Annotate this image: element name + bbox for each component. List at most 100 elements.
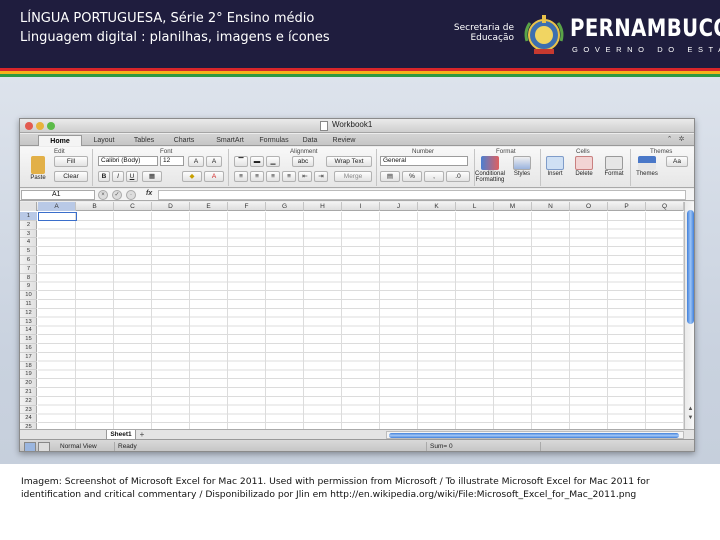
cell-area[interactable]: [38, 212, 684, 429]
vertical-scrollbar[interactable]: ▲ ▼: [684, 202, 694, 429]
increase-indent-button[interactable]: ⇥: [314, 171, 328, 182]
number-format-select[interactable]: General: [380, 156, 468, 166]
tab-tables[interactable]: Tables: [122, 135, 166, 146]
column-header[interactable]: K: [418, 202, 456, 211]
column-header[interactable]: C: [114, 202, 152, 211]
row-header[interactable]: 5: [20, 247, 37, 256]
justify-button[interactable]: ≡: [282, 171, 296, 182]
conditional-formatting-button[interactable]: Conditional Formatting: [474, 156, 506, 183]
cancel-entry-icon[interactable]: ×: [98, 190, 108, 200]
row-header[interactable]: 1: [20, 212, 37, 221]
clear-button[interactable]: Clear: [54, 171, 88, 182]
styles-button[interactable]: Styles: [508, 156, 536, 177]
column-header[interactable]: Q: [646, 202, 684, 211]
row-header[interactable]: 17: [20, 353, 37, 362]
close-window-icon[interactable]: [25, 122, 33, 130]
row-header[interactable]: 19: [20, 370, 37, 380]
row-header[interactable]: 4: [20, 238, 37, 248]
text-orientation-button[interactable]: abc: [292, 156, 314, 167]
align-center-button[interactable]: ≡: [250, 171, 264, 182]
comma-style-button[interactable]: ,: [424, 171, 444, 182]
column-header[interactable]: G: [266, 202, 304, 211]
row-header[interactable]: 2: [20, 221, 37, 230]
row-header[interactable]: 23: [20, 406, 37, 415]
row-header[interactable]: 18: [20, 362, 37, 371]
scroll-up-icon[interactable]: ▲: [686, 405, 694, 413]
delete-cells-button[interactable]: Delete: [570, 156, 598, 177]
window-titlebar[interactable]: Workbook1: [20, 119, 694, 133]
bold-button[interactable]: B: [98, 171, 110, 182]
column-header[interactable]: E: [190, 202, 228, 211]
italic-button[interactable]: I: [112, 171, 124, 182]
row-header[interactable]: 9: [20, 282, 37, 292]
name-box[interactable]: A1: [21, 190, 95, 200]
tab-layout[interactable]: Layout: [82, 135, 126, 146]
row-header[interactable]: 13: [20, 318, 37, 327]
underline-button[interactable]: U: [126, 171, 138, 182]
normal-view-icon[interactable]: [24, 442, 36, 451]
fill-button[interactable]: Fill: [54, 156, 88, 167]
row-header[interactable]: 6: [20, 256, 37, 265]
column-header[interactable]: B: [76, 202, 114, 211]
format-cells-button[interactable]: Format: [600, 156, 628, 177]
row-header[interactable]: 11: [20, 300, 37, 309]
select-all-corner[interactable]: [20, 202, 37, 211]
horizontal-scroll-thumb[interactable]: [389, 433, 679, 438]
column-header[interactable]: J: [380, 202, 418, 211]
align-middle-button[interactable]: ▬: [250, 156, 264, 167]
font-name-select[interactable]: Calibri (Body): [98, 156, 158, 166]
shrink-font-button[interactable]: A: [206, 156, 222, 167]
decrease-indent-button[interactable]: ⇤: [298, 171, 312, 182]
align-top-button[interactable]: ▔: [234, 156, 248, 167]
column-header[interactable]: M: [494, 202, 532, 211]
collapse-ribbon-icon[interactable]: ⌃: [665, 135, 674, 144]
font-color-button[interactable]: A: [204, 171, 224, 182]
wrap-text-button[interactable]: Wrap Text: [326, 156, 372, 167]
merge-button[interactable]: Merge: [334, 171, 372, 182]
row-header[interactable]: 8: [20, 274, 37, 283]
tab-charts[interactable]: Charts: [162, 135, 206, 146]
row-header[interactable]: 16: [20, 344, 37, 353]
insert-function-circle-icon[interactable]: ·: [126, 190, 136, 200]
formula-input[interactable]: [158, 190, 686, 200]
worksheet-grid[interactable]: A B C D E F G H I J K L M N O P Q 1 2 3 …: [20, 202, 684, 429]
themes-button[interactable]: Themes: [632, 156, 662, 177]
fx-label[interactable]: fx: [146, 190, 152, 197]
decimal-places-button[interactable]: .0: [446, 171, 470, 182]
active-cell-a1[interactable]: [38, 212, 77, 221]
tab-review[interactable]: Review: [322, 135, 366, 146]
row-header[interactable]: 21: [20, 388, 37, 397]
page-layout-view-icon[interactable]: [38, 442, 50, 451]
column-header[interactable]: L: [456, 202, 494, 211]
tab-smartart[interactable]: SmartArt: [208, 135, 252, 146]
confirm-entry-icon[interactable]: ✓: [112, 190, 122, 200]
row-header[interactable]: 7: [20, 265, 37, 274]
align-left-button[interactable]: ≡: [234, 171, 248, 182]
column-header[interactable]: I: [342, 202, 380, 211]
zoom-window-icon[interactable]: [47, 122, 55, 130]
align-bottom-button[interactable]: ▁: [266, 156, 280, 167]
row-header[interactable]: 12: [20, 309, 37, 318]
row-header[interactable]: 22: [20, 397, 37, 406]
minimize-window-icon[interactable]: [36, 122, 44, 130]
column-header[interactable]: N: [532, 202, 570, 211]
column-header[interactable]: F: [228, 202, 266, 211]
column-header[interactable]: O: [570, 202, 608, 211]
percent-style-button[interactable]: %: [402, 171, 422, 182]
row-header[interactable]: 3: [20, 230, 37, 239]
column-header[interactable]: D: [152, 202, 190, 211]
insert-cells-button[interactable]: Insert: [542, 156, 568, 177]
vertical-scroll-thumb[interactable]: [687, 210, 694, 324]
ribbon-settings-icon[interactable]: ✲: [677, 135, 686, 144]
borders-button[interactable]: ▦: [142, 171, 162, 182]
paste-button[interactable]: Paste: [24, 156, 52, 181]
row-header[interactable]: 24: [20, 414, 37, 424]
align-right-button[interactable]: ≡: [266, 171, 280, 182]
row-header[interactable]: 20: [20, 379, 37, 388]
fill-color-button[interactable]: ◆: [182, 171, 202, 182]
horizontal-scrollbar[interactable]: [386, 431, 684, 439]
grow-font-button[interactable]: A: [188, 156, 204, 167]
font-size-select[interactable]: 12: [160, 156, 184, 166]
tab-home[interactable]: Home: [38, 135, 82, 146]
row-header[interactable]: 14: [20, 326, 37, 336]
